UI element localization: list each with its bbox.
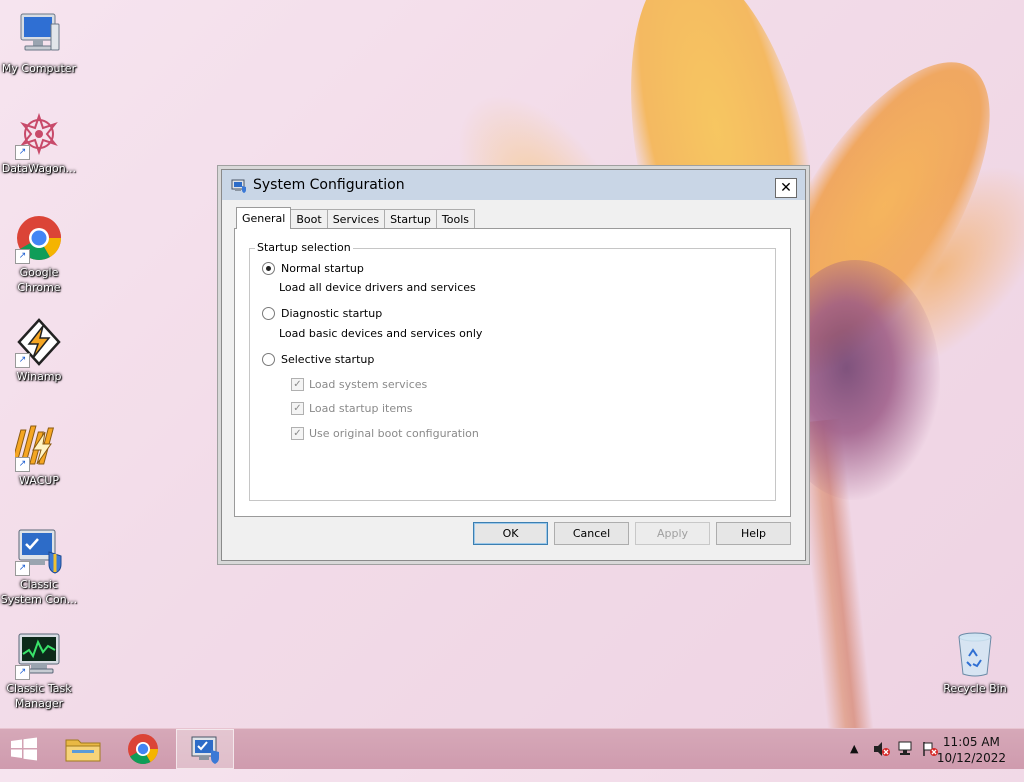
checkbox-label: Load system services [309,378,428,391]
desktop-icon-classic-task-manager[interactable]: ↗ Classic Task Manager [0,630,78,711]
radio-diagnostic-startup[interactable]: Diagnostic startup [262,306,383,321]
checkmark-icon: ✓ [291,377,304,391]
radio-label: Selective startup [281,353,375,366]
shortcut-arrow-icon: ↗ [15,145,30,160]
checkbox-label: Use original boot configuration [309,427,479,440]
chrome-icon: ↗ [15,214,63,264]
desktop-icon-google-chrome[interactable]: ↗ Google Chrome [0,214,78,295]
desktop-icon-datawagon[interactable]: ↗ DataWagon... [0,110,78,176]
checkbox-label: Load startup items [309,402,413,415]
startup-selection-group: Startup selection Normal startup Load al… [249,241,776,501]
tab-general[interactable]: General [236,207,292,229]
shortcut-arrow-icon: ↗ [15,665,30,680]
recycle-bin-icon [951,630,999,678]
desktop-icon-label: Google Chrome [17,266,61,294]
taskbar-system-configuration[interactable] [176,729,234,769]
radio-unselected-icon [262,306,275,320]
wacup-icon: ↗ [11,422,63,472]
desktop-icon-label: DataWagon... [1,162,77,175]
checkmark-icon: ✓ [291,401,304,415]
task-manager-icon: ↗ [15,630,63,680]
desktop-icon-label: WACUP [19,474,59,487]
radio-label: Normal startup [281,262,364,275]
option-description: Load basic devices and services only [279,327,483,340]
ok-button[interactable]: OK [473,522,548,545]
shortcut-arrow-icon: ↗ [15,457,30,472]
shortcut-arrow-icon: ↗ [15,353,30,368]
desktop-icon-label: My Computer [1,62,77,75]
cancel-button[interactable]: Cancel [554,522,629,545]
taskbar-file-explorer[interactable] [54,729,112,769]
wallpaper-stem [795,418,875,742]
checkbox-load-system-services[interactable]: ✓ Load system services [291,377,428,392]
clock-date: 10/12/2022 [936,751,1006,765]
desktop-icon-recycle-bin[interactable]: Recycle Bin [936,630,1014,696]
radio-label: Diagnostic startup [281,307,383,320]
wallpaper-petal [798,128,1024,412]
datawagon-icon: ↗ [15,110,63,160]
dialog-title: System Configuration [253,177,405,193]
system-config-icon: ↗ [15,526,63,576]
system-config-icon [231,178,247,193]
desktop-icon-wacup[interactable]: ↗ WACUP [0,422,78,488]
group-label: Startup selection [255,241,353,254]
shortcut-arrow-icon: ↗ [15,561,30,576]
desktop-icon-classic-system-config[interactable]: ↗ Classic System Con... [0,526,78,607]
dialog-titlebar[interactable]: System Configuration ✕ [222,170,805,200]
radio-selective-startup[interactable]: Selective startup [262,352,375,367]
tab-services[interactable]: Services [326,209,386,229]
close-icon: ✕ [780,180,792,196]
close-button[interactable]: ✕ [775,178,797,198]
tray-overflow-button[interactable]: ▲ [850,742,858,782]
network-icon[interactable] [897,741,915,781]
taskbar: ▲ 11:05 AM 10/12/2022 [0,728,1024,769]
desktop-icon-label: Classic Task Manager [6,682,72,710]
volume-muted-icon[interactable] [872,741,890,781]
system-configuration-dialog: System Configuration ✕ General Boot Serv… [221,169,806,561]
radio-unselected-icon [262,352,275,366]
system-config-icon [191,736,219,764]
tab-tools[interactable]: Tools [435,209,476,229]
tab-bar: General Boot Services Startup Tools [236,207,476,229]
radio-selected-icon [262,261,275,275]
folder-icon [65,739,101,762]
checkmark-icon: ✓ [291,426,304,440]
desktop-icon-label: Recycle Bin [943,682,1007,695]
help-button[interactable]: Help [716,522,791,545]
tab-boot[interactable]: Boot [290,209,328,229]
taskbar-clock[interactable]: 11:05 AM 10/12/2022 [937,734,1006,766]
desktop-icon-label: Winamp [16,370,62,383]
radio-normal-startup[interactable]: Normal startup [262,261,364,276]
desktop-icon-my-computer[interactable]: My Computer [0,10,78,76]
taskbar-google-chrome[interactable] [114,729,172,769]
general-tab-panel: Startup selection Normal startup Load al… [234,228,791,517]
checkbox-use-original-boot-config[interactable]: ✓ Use original boot configuration [291,426,479,441]
checkbox-load-startup-items[interactable]: ✓ Load startup items [291,401,413,416]
desktop-icon-label: Classic System Con... [0,578,78,606]
clock-time: 11:05 AM [942,735,1000,749]
desktop-icon-winamp[interactable]: ↗ Winamp [0,318,78,384]
tab-startup[interactable]: Startup [384,209,437,229]
chrome-icon [128,734,158,765]
apply-button[interactable]: Apply [635,522,710,545]
computer-icon [15,10,63,58]
start-button[interactable] [0,729,48,769]
option-description: Load all device drivers and services [279,281,476,294]
shortcut-arrow-icon: ↗ [15,249,30,264]
winamp-icon: ↗ [15,318,63,368]
windows-logo-icon [11,737,37,761]
